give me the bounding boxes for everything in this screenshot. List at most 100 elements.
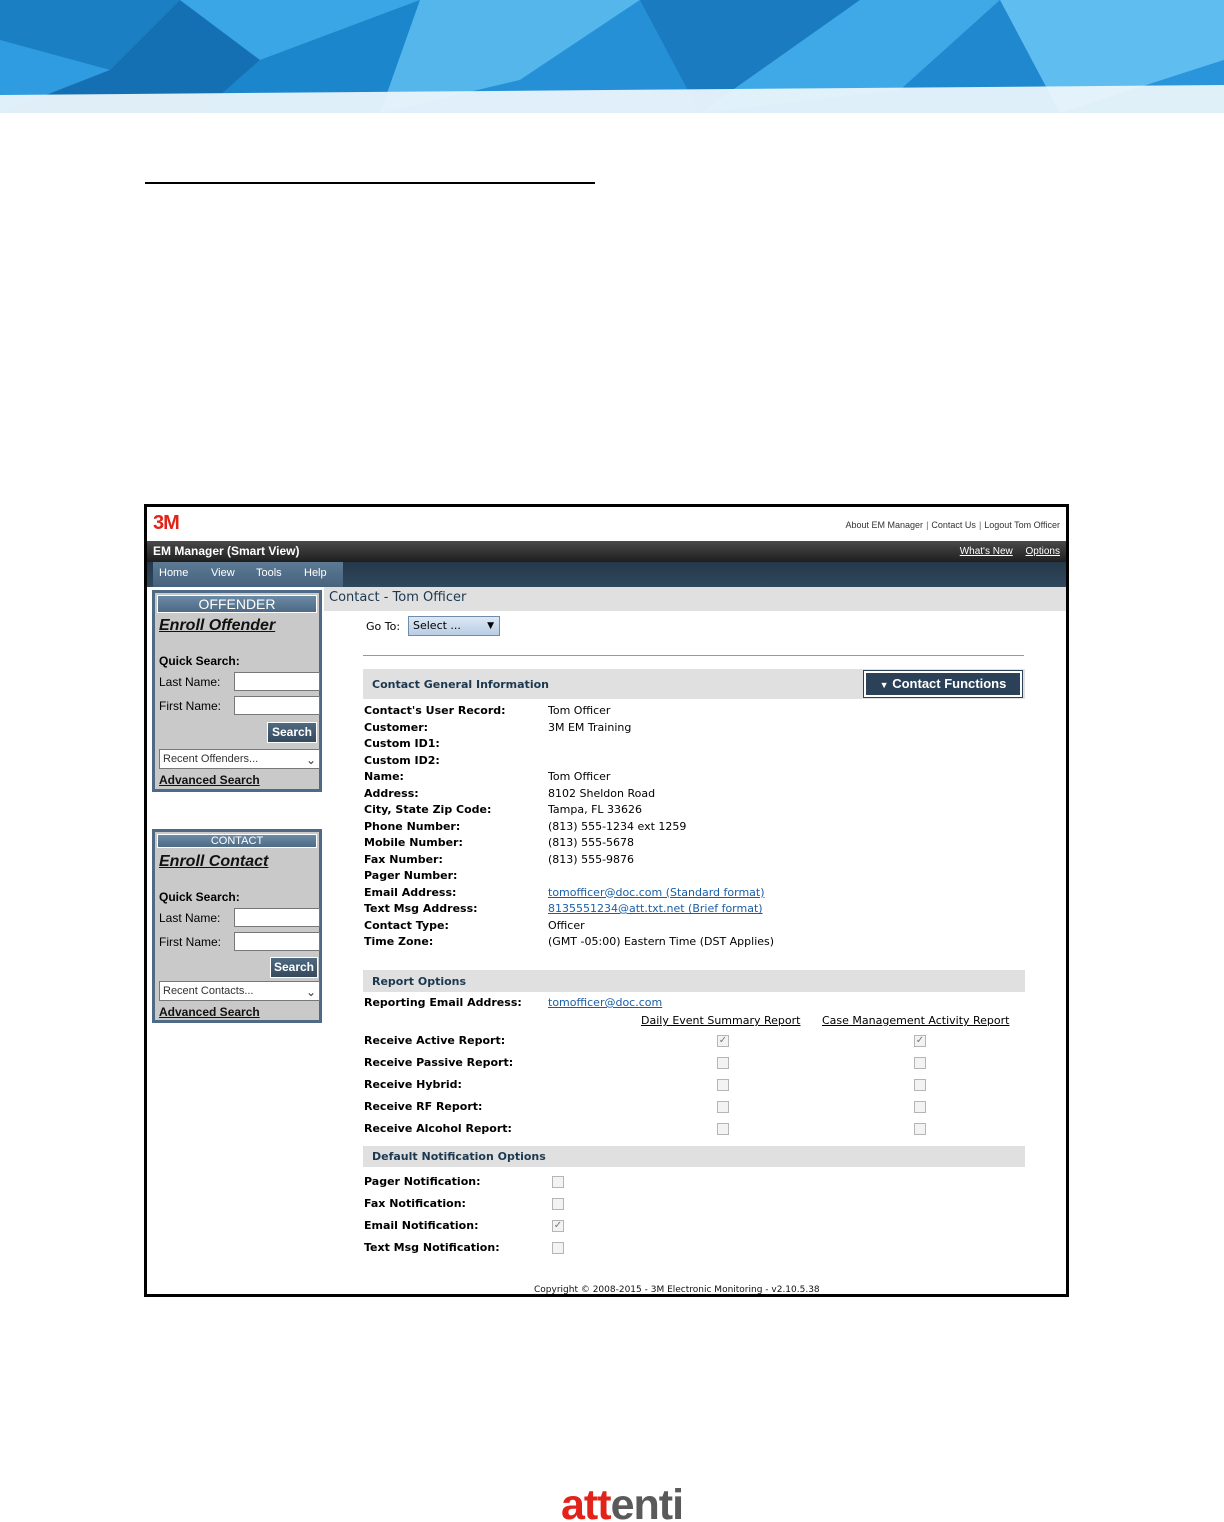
case-report-checkbox[interactable] (914, 1101, 926, 1113)
general-field-value: 8102 Sheldon Road (548, 786, 656, 800)
general-field-label: Custom ID1: (364, 737, 440, 750)
attenti-logo-right: enti (610, 1481, 684, 1522)
notification-row-label: Email Notification: (364, 1219, 479, 1232)
general-field-label: Pager Number: (364, 869, 458, 882)
daily-report-checkbox[interactable] (717, 1101, 729, 1113)
menu-help[interactable]: Help (304, 567, 327, 579)
recent-contacts-select[interactable]: Recent Contacts... ⌄ (159, 981, 320, 1001)
contact-search-button[interactable]: Search (270, 957, 318, 978)
reporting-email-link[interactable]: tomofficer@doc.com (548, 996, 662, 1009)
general-field-value: Tom Officer (548, 770, 611, 783)
notification-options-title: Default Notification Options (372, 1150, 546, 1163)
notification-row-label: Fax Notification: (364, 1197, 466, 1210)
about-link[interactable]: About EM Manager (846, 520, 924, 530)
general-field-label: Fax Number: (364, 852, 443, 866)
general-field-label: Mobile Number: (364, 836, 463, 849)
chevron-down-icon: ⌄ (305, 753, 316, 767)
case-report-checkbox[interactable]: ✓ (914, 1035, 926, 1047)
daily-report-checkbox[interactable] (717, 1057, 729, 1069)
page-title: Contact - Tom Officer (329, 590, 467, 605)
contact-last-name-label: Last Name: (159, 911, 221, 925)
general-field-link[interactable]: 8135551234@att.txt.net (Brief format) (548, 902, 763, 915)
general-field-label: Customer: (364, 720, 429, 734)
offender-box: OFFENDER Enroll Offender Quick Search: L… (152, 590, 322, 792)
chevron-down-icon: ⌄ (305, 985, 316, 999)
contact-last-name-input[interactable] (234, 908, 320, 927)
options-link[interactable]: Options (1026, 546, 1060, 557)
offender-header: OFFENDER (157, 595, 317, 613)
general-info-title: Contact General Information (372, 678, 549, 691)
general-field-label: Custom ID2: (364, 753, 440, 767)
title-links: What's New Options (950, 546, 1060, 557)
notification-checkbox[interactable] (552, 1242, 564, 1254)
daily-report-checkbox[interactable] (717, 1079, 729, 1091)
offender-last-name-label: Last Name: (159, 675, 221, 689)
general-field-label: Email Address: (364, 885, 457, 899)
case-report-checkbox[interactable] (914, 1123, 926, 1135)
general-info-bar: Contact General Information ▼ Contact Fu… (363, 669, 1025, 699)
daily-report-checkbox[interactable]: ✓ (717, 1035, 729, 1047)
title-bar: EM Manager (Smart View) What's New Optio… (147, 541, 1066, 562)
general-field-value: Tampa, FL 33626 (548, 803, 643, 816)
menu-view[interactable]: View (211, 567, 235, 579)
menu-group: Home View Tools Help (153, 562, 343, 587)
document-banner (0, 0, 1224, 113)
report-row-label: Receive Hybrid: (364, 1078, 462, 1091)
goto-select[interactable]: Select ... ▼ (408, 616, 500, 636)
recent-offenders-value: Recent Offenders... (163, 753, 259, 765)
top-links: About EM Manager | Contact Us | Logout Tom O… (845, 520, 1060, 530)
offender-last-name-input[interactable] (234, 672, 320, 691)
notification-checkbox[interactable] (552, 1176, 564, 1188)
offender-quick-search-label: Quick Search: (159, 654, 240, 668)
enroll-contact-link[interactable]: Enroll Contact (159, 853, 268, 871)
case-report-checkbox[interactable] (914, 1057, 926, 1069)
divider (363, 655, 1024, 656)
offender-first-name-label: First Name: (159, 699, 222, 713)
general-field-label: Text Msg Address: (364, 902, 478, 915)
recent-offenders-select[interactable]: Recent Offenders... ⌄ (159, 749, 320, 769)
logout-link[interactable]: Logout Tom Officer (984, 520, 1060, 530)
contact-header: CONTACT (157, 834, 317, 848)
caret-down-icon: ▼ (487, 621, 494, 631)
notification-checkbox[interactable]: ✓ (552, 1220, 564, 1232)
case-report-checkbox[interactable] (914, 1079, 926, 1091)
3m-logo: 3M (153, 512, 180, 534)
daily-event-summary-header: Daily Event Summary Report (641, 1014, 801, 1027)
menu-tools[interactable]: Tools (256, 567, 282, 579)
notification-checkbox[interactable] (552, 1198, 564, 1210)
general-field-label: Phone Number: (364, 819, 461, 833)
report-row-label: Receive Active Report: (364, 1034, 506, 1047)
contact-functions-label: Contact Functions (892, 676, 1007, 691)
contact-us-link[interactable]: Contact Us (931, 520, 976, 530)
general-field-value: (813) 555-5678 (548, 836, 635, 849)
contact-first-name-label: First Name: (159, 935, 222, 949)
general-field-value: (813) 555-9876 (548, 852, 635, 866)
enroll-offender-link[interactable]: Enroll Offender (159, 617, 275, 635)
general-field-value: Tom Officer (548, 704, 611, 717)
general-field-value: (GMT -05:00) Eastern Time (DST Applies) (548, 935, 775, 948)
attenti-logo-left: att (561, 1481, 612, 1522)
goto-label: Go To: (366, 620, 401, 633)
notification-row-label: Pager Notification: (364, 1175, 481, 1188)
menu-home[interactable]: Home (159, 567, 188, 579)
contact-functions-button[interactable]: ▼ Contact Functions (863, 670, 1023, 698)
contact-first-name-input[interactable] (234, 932, 320, 951)
offender-search-button[interactable]: Search (267, 722, 317, 743)
general-field-label: Contact's User Record: (364, 704, 506, 717)
goto-select-value: Select ... (413, 619, 461, 632)
offender-advanced-search-link[interactable]: Advanced Search (159, 773, 260, 787)
daily-report-checkbox[interactable] (717, 1123, 729, 1135)
general-field-link[interactable]: tomofficer@doc.com (Standard format) (548, 886, 765, 899)
banner-graphic (0, 0, 1224, 113)
menu-bar: Home View Tools Help (147, 562, 1066, 587)
contact-advanced-search-link[interactable]: Advanced Search (159, 1005, 260, 1019)
reporting-email-label: Reporting Email Address: (364, 996, 522, 1009)
whats-new-link[interactable]: What's New (960, 546, 1013, 557)
contact-quick-search-label: Quick Search: (159, 890, 240, 904)
copyright-footer: Copyright © 2008-2015 - 3M Electronic Mo… (534, 1285, 820, 1295)
caret-down-icon: ▼ (879, 680, 889, 690)
notification-row-label: Text Msg Notification: (364, 1241, 500, 1254)
recent-contacts-value: Recent Contacts... (163, 985, 254, 997)
offender-first-name-input[interactable] (234, 696, 320, 715)
case-management-header: Case Management Activity Report (822, 1014, 1010, 1027)
